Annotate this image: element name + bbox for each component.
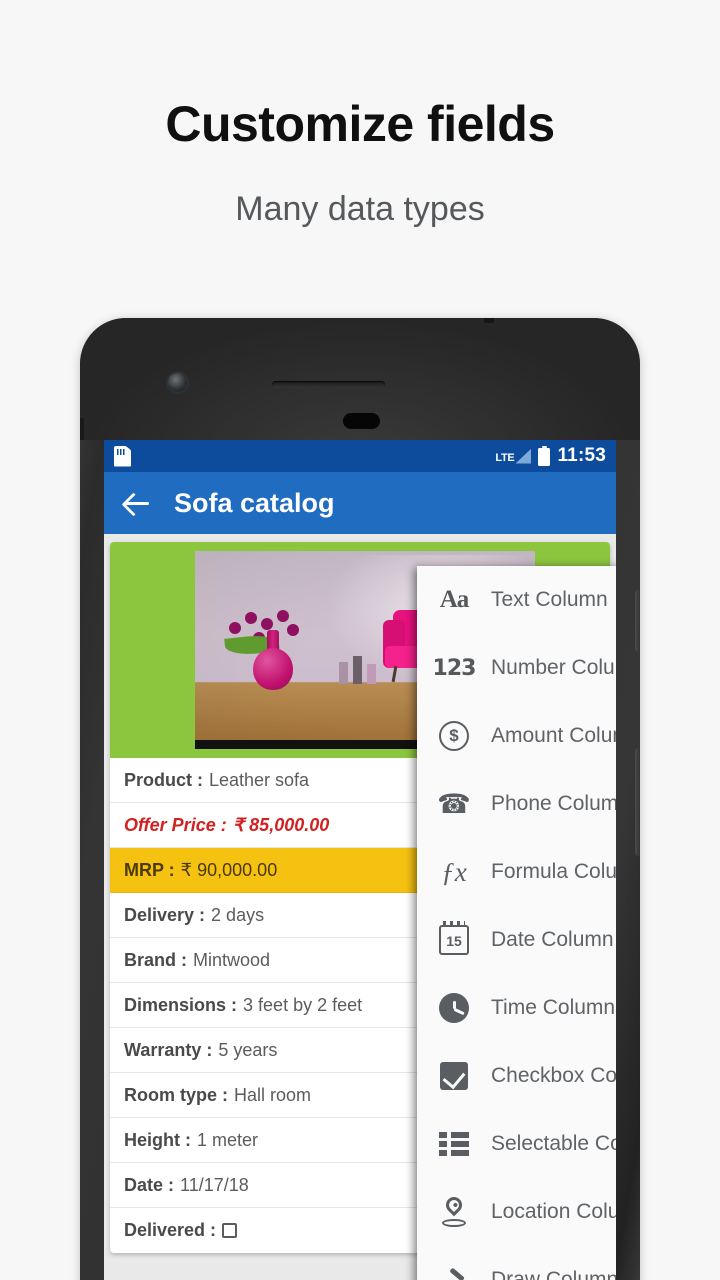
sensor-pill [343,413,380,429]
detail-row-label: Date : [124,1174,175,1195]
menu-item-label: Selectable Column [491,1132,616,1155]
phone-mockup: LTE 11:53 Sofa catalog Product: Leather… [80,318,640,1280]
detail-row-label: Product : [124,769,203,790]
menu-item-number-column[interactable]: 123 Number Column [417,634,616,702]
detail-row-value: 5 years [218,1039,278,1060]
menu-item-label: Time Column [491,996,616,1019]
detail-row-label: Delivery : [124,904,206,925]
menu-item-amount-column[interactable]: $ Amount Column [417,702,616,770]
menu-item-label: Formula Column [491,860,616,883]
menu-item-checkbox-column[interactable]: Checkbox Column [417,1042,616,1110]
menu-item-location-column[interactable]: Location Column [417,1178,616,1246]
detail-row-value: 11/17/18 [180,1174,249,1195]
menu-item-phone-column[interactable]: ☎ Phone Column [417,770,616,838]
table-objects-graphic [335,654,397,684]
detail-row-value: ₹ 90,000.00 [180,859,278,880]
phone-screen: LTE 11:53 Sofa catalog Product: Leather… [104,440,616,1280]
menu-item-date-column[interactable]: 15 Date Column [417,906,616,974]
phone-top-antenna-mark [484,318,494,323]
power-button[interactable] [635,590,640,652]
telephone-icon: ☎ [437,788,471,819]
status-bar-right: LTE 11:53 [495,445,606,467]
add-column-type-menu[interactable]: Aa Text Column 123 Number Column $ Amount Col… [417,566,616,1280]
network-indicator: LTE [495,448,532,464]
detail-row-label: Room type : [124,1084,229,1105]
clock-icon [435,989,473,1027]
app-bar-title: Sofa catalog [174,487,335,518]
app-bar: Sofa catalog [104,472,616,534]
detail-row-label: Dimensions : [124,994,238,1015]
detail-row-label: Delivered : [124,1220,217,1240]
network-label: LTE [495,451,515,464]
detail-row-value: Hall room [234,1084,312,1105]
menu-item-selectable-column[interactable]: Selectable Column [417,1110,616,1178]
earpiece-speaker [272,381,385,388]
formula-fx-icon: ƒx [441,856,467,887]
menu-item-label: Date Column [491,928,614,951]
detail-row-value: 3 feet by 2 feet [243,994,363,1015]
detail-row-value: 2 days [211,904,265,925]
delivered-checkbox[interactable] [222,1223,238,1238]
page-subtitle: Many data types [235,190,485,228]
menu-item-label: Draw Column [491,1268,616,1280]
battery-full-icon [538,446,551,466]
status-bar: LTE 11:53 [104,440,616,472]
detail-row-label: Height : [124,1129,191,1150]
menu-item-text-column[interactable]: Aa Text Column [417,566,616,634]
menu-item-label: Number Column [491,656,616,679]
menu-item-label: Location Column [491,1200,616,1223]
back-arrow-icon[interactable] [122,488,152,518]
menu-item-label: Amount Column [491,724,616,747]
detail-row-label: Warranty : [124,1039,213,1060]
location-pin-icon [435,1193,473,1231]
sd-card-icon [114,445,131,467]
dollar-circle-icon: $ [435,717,473,755]
detail-row-label: MRP : [124,859,175,880]
detail-row-value: 1 meter [197,1129,259,1150]
checkbox-checked-icon [435,1057,473,1095]
front-camera-icon [168,373,187,392]
menu-item-time-column[interactable]: Time Column [417,974,616,1042]
detail-row-label: Brand : [124,949,187,970]
detail-row-value: ₹ 85,000.00 [232,814,330,835]
menu-item-draw-column[interactable]: Draw Column [417,1246,616,1280]
menu-item-label: Checkbox Column [491,1064,616,1087]
vase-graphic [247,628,299,690]
menu-item-label: Text Column [491,588,608,611]
detail-row-value: Mintwood [193,949,271,970]
content-area: Product : Leather sofa Offer Price : ₹ 85,0… [104,534,616,1280]
paint-brush-icon [435,1261,473,1280]
volume-button[interactable] [635,748,640,856]
detail-row-value: Leather sofa [209,769,310,790]
calendar-icon: 15 [435,921,473,959]
status-bar-clock: 11:53 [557,445,606,466]
page-title: Customize fields [165,96,555,152]
detail-row-label: Offer Price : [124,814,227,835]
left-side-notch [80,418,84,440]
menu-item-label: Phone Column [491,792,616,815]
text-format-icon: Aa [439,586,470,613]
number-123-icon: 123 [432,655,477,681]
list-selectable-icon [435,1125,473,1163]
menu-item-formula-column[interactable]: ƒx Formula Column [417,838,616,906]
promo-screenshot: Customize fields Many data types LTE 11:… [0,0,720,1280]
signal-triangle-icon [515,448,532,464]
